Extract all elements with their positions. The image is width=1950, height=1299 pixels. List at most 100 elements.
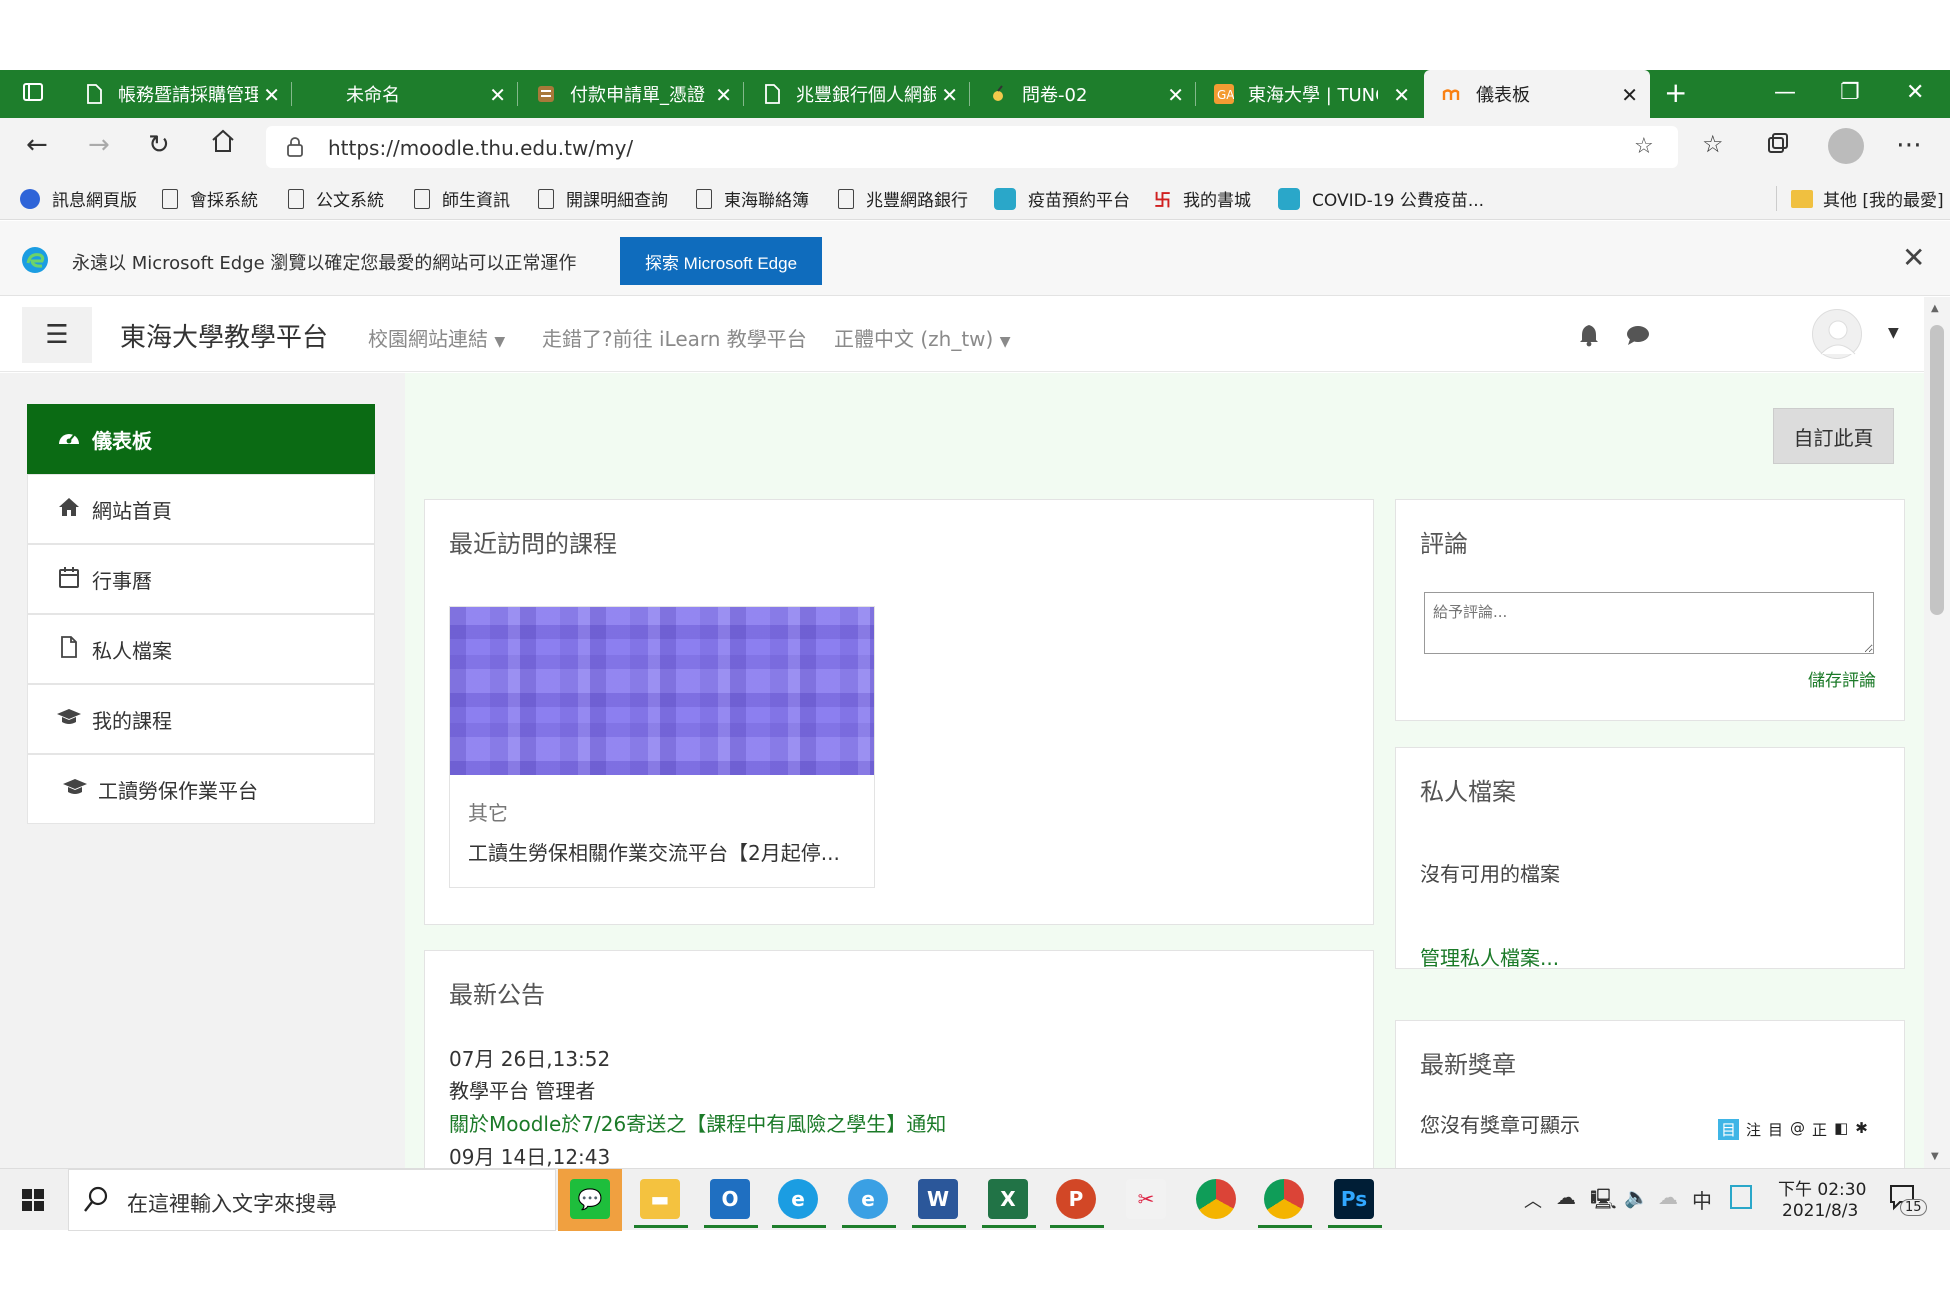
close-tab-icon[interactable]: ✕ (1621, 83, 1638, 107)
taskbar-line-app[interactable]: 💬 (558, 1169, 622, 1231)
comment-textarea[interactable] (1424, 592, 1874, 654)
bookmark-item[interactable]: 會採系統 (162, 186, 258, 211)
announcement-link[interactable]: 關於Moodle於7/26寄送之【課程中有風險之學生】通知 (449, 1108, 946, 1137)
scroll-down-icon[interactable]: ▼ (1931, 1151, 1939, 1162)
ime-traditional-icon[interactable]: 正 (1812, 1119, 1827, 1140)
bell-icon[interactable] (1578, 323, 1600, 351)
tab-6[interactable]: GA 東海大學 | TUNGHAI ✕ (1196, 70, 1422, 118)
sidebar-item-calendar[interactable]: 行事曆 (27, 544, 375, 614)
more-menu-icon[interactable]: ⋯ (1896, 130, 1922, 160)
clock-date[interactable]: 2021/8/3 (1782, 1201, 1858, 1221)
refresh-icon[interactable]: ↻ (148, 130, 170, 160)
bookmark-item[interactable]: 開課明細查詢 (538, 186, 668, 211)
address-bar[interactable]: https://moodle.thu.edu.tw/my/ ☆ (266, 126, 1678, 168)
close-tab-icon[interactable]: ✕ (1393, 83, 1410, 107)
page-scrollbar[interactable]: ▲ ▼ (1924, 297, 1950, 1168)
internet-explorer-icon[interactable]: e (848, 1179, 888, 1219)
other-bookmarks[interactable]: 其他 [我的最愛] (1776, 186, 1944, 211)
ime-indicator-icon[interactable] (1730, 1185, 1752, 1209)
tab-5[interactable]: 問卷-02 ✕ (970, 70, 1196, 118)
bookmark-item[interactable]: 兆豐網路銀行 (838, 186, 968, 211)
ime-width-icon[interactable]: ◧ (1834, 1119, 1848, 1140)
course-name-link[interactable]: 工讀生勞保相關作業交流平台【2月起停... (468, 837, 840, 866)
tab-7-active[interactable]: 儀表板 ✕ (1424, 70, 1650, 118)
bookmark-item[interactable]: 師生資訊 (414, 186, 510, 211)
bookmark-item[interactable]: 訊息網頁版 (20, 186, 137, 211)
sidebar-item-dashboard[interactable]: 儀表板 (27, 404, 375, 474)
back-icon[interactable]: ← (26, 130, 48, 160)
network-icon[interactable]: 🖳 (1590, 1185, 1617, 1219)
excel-icon[interactable]: X (988, 1179, 1028, 1219)
tab-4[interactable]: 兆豐銀行個人網銀 ✕ (744, 70, 970, 118)
clock-time[interactable]: 下午 02:30 (1778, 1175, 1866, 1200)
file-explorer-icon[interactable]: ▬ (640, 1179, 680, 1219)
home-icon[interactable] (210, 128, 236, 161)
bookmark-item[interactable]: COVID-19 公費疫苗... (1278, 186, 1484, 211)
close-tab-icon[interactable]: ✕ (941, 83, 958, 107)
volume-icon[interactable]: 🔈 (1624, 1185, 1649, 1209)
ime-mode-icon[interactable]: 目 (1718, 1119, 1740, 1140)
favorites-icon[interactable]: ☆ (1702, 130, 1724, 158)
site-name[interactable]: 東海大學教學平台 (120, 317, 328, 354)
collections-icon[interactable] (1766, 132, 1790, 163)
tab-2[interactable]: 未命名 ✕ (292, 70, 518, 118)
forward-icon[interactable]: → (88, 130, 110, 160)
minimize-icon[interactable]: — (1774, 80, 1796, 105)
taskbar-search-box[interactable]: 在這裡輸入文字來搜尋 (68, 1169, 556, 1231)
scrollbar-thumb[interactable] (1930, 325, 1944, 615)
manage-files-link[interactable]: 管理私人檔案... (1420, 942, 1559, 971)
course-image[interactable] (450, 607, 874, 775)
sidebar-item-my-courses[interactable]: 我的課程 (27, 684, 375, 754)
course-card[interactable]: 其它 工讀生勞保相關作業交流平台【2月起停... (449, 606, 875, 888)
show-hidden-icons-icon[interactable]: ︿ (1524, 1187, 1542, 1213)
sidebar-item-labor-insurance[interactable]: 工讀勞保作業平台 (27, 754, 375, 824)
photoshop-icon[interactable]: Ps (1334, 1179, 1374, 1219)
customise-page-button[interactable]: 自訂此頁 (1773, 408, 1894, 464)
bookmark-item[interactable]: 卐 我的書城 (1154, 186, 1251, 211)
user-avatar[interactable] (1812, 309, 1862, 359)
close-tab-icon[interactable]: ✕ (715, 83, 732, 107)
ime-settings-icon[interactable]: ✱ (1855, 1119, 1868, 1140)
message-bubble-icon[interactable] (1626, 325, 1650, 351)
language-menu[interactable]: 正體中文 (zh_tw) ▼ (834, 323, 1010, 352)
outlook-icon[interactable]: O (710, 1179, 750, 1219)
windows-start-icon[interactable] (22, 1189, 44, 1215)
tab-1[interactable]: 帳務暨請採購管理 ✕ (66, 70, 292, 118)
caret-down-icon[interactable]: ▼ (1888, 325, 1899, 341)
lock-icon[interactable] (286, 136, 304, 162)
campus-links-menu[interactable]: 校園網站連結 ▼ (368, 323, 505, 352)
chrome-icon[interactable] (1196, 1179, 1236, 1219)
close-tab-icon[interactable]: ✕ (489, 83, 506, 107)
tab-actions-icon[interactable] (22, 81, 44, 109)
tab-3[interactable]: 付款申請單_憑證 ✕ (518, 70, 744, 118)
powerpoint-icon[interactable]: P (1056, 1179, 1096, 1219)
chrome-icon[interactable] (1264, 1179, 1304, 1219)
ime-menu-icon[interactable]: 目 (1768, 1119, 1783, 1140)
ilearn-link[interactable]: 走錯了?前往 iLearn 教學平台 (542, 323, 807, 352)
bookmark-item[interactable]: 公文系統 (288, 186, 384, 211)
explore-edge-button[interactable]: 探索 Microsoft Edge (620, 237, 822, 285)
close-window-icon[interactable]: ✕ (1906, 80, 1924, 105)
cloud-sync-icon[interactable]: ☁ (1658, 1185, 1678, 1209)
favorite-star-icon[interactable]: ☆ (1634, 134, 1654, 159)
new-tab-icon[interactable]: + (1664, 76, 1687, 109)
ime-zhuyin-icon[interactable]: 注 (1746, 1119, 1761, 1140)
sidebar-item-private-files[interactable]: 私人檔案 (27, 614, 375, 684)
ime-language-indicator[interactable]: 中 (1692, 1185, 1712, 1214)
save-comment-link[interactable]: 儲存評論 (1808, 666, 1876, 691)
scroll-up-icon[interactable]: ▲ (1931, 303, 1939, 314)
onedrive-icon[interactable]: ☁ (1556, 1185, 1576, 1209)
profile-avatar-icon[interactable] (1828, 128, 1864, 164)
word-icon[interactable]: W (918, 1179, 958, 1219)
close-tab-icon[interactable]: ✕ (263, 83, 280, 107)
close-icon[interactable]: ✕ (1902, 241, 1925, 274)
hamburger-menu-icon[interactable]: ☰ (22, 307, 92, 363)
edge-icon[interactable]: e (778, 1179, 818, 1219)
restore-icon[interactable]: ❐ (1840, 80, 1860, 105)
ime-symbol-icon[interactable]: @ (1790, 1119, 1805, 1140)
bookmark-item[interactable]: 疫苗預約平台 (994, 186, 1130, 211)
sidebar-item-site-home[interactable]: 網站首頁 (27, 474, 375, 544)
close-tab-icon[interactable]: ✕ (1167, 83, 1184, 107)
bookmark-item[interactable]: 東海聯絡簿 (696, 186, 809, 211)
snipping-tool-icon[interactable]: ✂ (1126, 1179, 1166, 1219)
